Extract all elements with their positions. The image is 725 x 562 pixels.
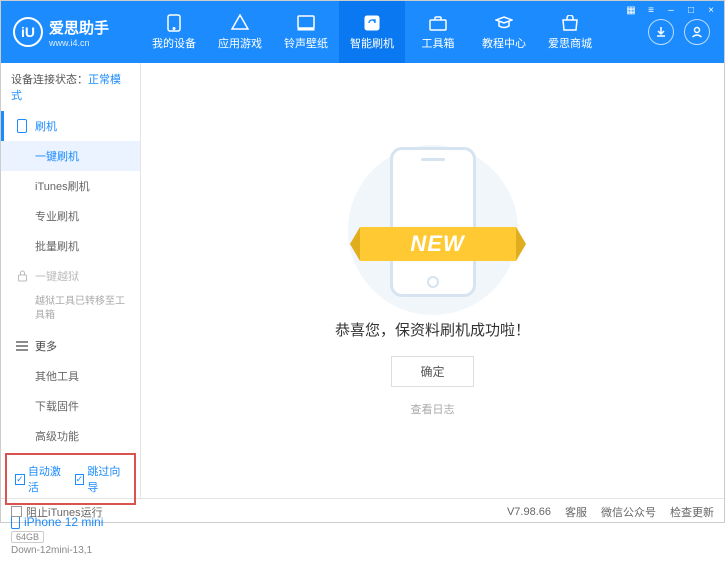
nav-apps[interactable]: 应用游戏 <box>207 1 273 63</box>
checkbox-icon <box>11 506 22 517</box>
wechat-link[interactable]: 微信公众号 <box>601 504 656 520</box>
nav-ringtones[interactable]: 铃声壁纸 <box>273 1 339 63</box>
logo-icon: iU <box>13 17 43 47</box>
new-ribbon: NEW <box>360 227 516 261</box>
nav-my-device[interactable]: 我的设备 <box>141 1 207 63</box>
sidebar-section-jailbreak: 一键越狱 <box>1 261 140 291</box>
version-label: V7.98.66 <box>507 506 551 518</box>
check-icon: ✓ <box>75 474 85 485</box>
user-button[interactable] <box>684 19 710 45</box>
sidebar-section-flash[interactable]: 刷机 <box>1 111 140 141</box>
sidebar-item-pro-flash[interactable]: 专业刷机 <box>1 201 140 231</box>
success-illustration: NEW <box>368 145 498 305</box>
checkbox-block-itunes[interactable]: 阻止iTunes运行 <box>11 504 103 520</box>
connection-status: 设备连接状态：正常模式 <box>1 63 140 111</box>
main-nav: 我的设备 应用游戏 铃声壁纸 智能刷机 工具箱 教程中心 爱思商城 <box>141 1 603 63</box>
view-log-link[interactable]: 查看日志 <box>411 401 455 417</box>
app-header: iU 爱思助手 www.i4.cn 我的设备 应用游戏 铃声壁纸 智能刷机 工具… <box>1 1 724 63</box>
header-right-icons <box>648 19 724 45</box>
check-icon: ✓ <box>15 474 25 485</box>
nav-tutorials[interactable]: 教程中心 <box>471 1 537 63</box>
logo-area: iU 爱思助手 www.i4.cn <box>1 17 141 48</box>
more-icon <box>15 341 29 351</box>
jailbreak-note: 越狱工具已转移至工具箱 <box>1 291 140 331</box>
win-settings-button[interactable]: ≡ <box>642 3 660 17</box>
tutorial-icon <box>494 14 514 32</box>
device-model: Down-12mini-13,1 <box>11 545 130 556</box>
nav-store[interactable]: 爱思商城 <box>537 1 603 63</box>
sidebar-section-more[interactable]: 更多 <box>1 331 140 361</box>
nav-flash[interactable]: 智能刷机 <box>339 1 405 63</box>
app-url: www.i4.cn <box>49 38 109 48</box>
device-icon <box>164 14 184 32</box>
success-message: 恭喜您，保资料刷机成功啦！ <box>335 319 530 340</box>
flash-icon <box>362 14 382 32</box>
apps-icon <box>230 14 250 32</box>
checkbox-highlight-box: ✓ 自动激活 ✓ 跳过向导 <box>5 453 136 505</box>
ok-button[interactable]: 确定 <box>391 356 473 387</box>
sidebar: 设备连接状态：正常模式 刷机 一键刷机 iTunes刷机 专业刷机 批量刷机 一… <box>1 63 141 498</box>
sidebar-item-batch-flash[interactable]: 批量刷机 <box>1 231 140 261</box>
sidebar-item-itunes-flash[interactable]: iTunes刷机 <box>1 171 140 201</box>
win-menu-button[interactable]: ▦ <box>622 3 640 17</box>
download-button[interactable] <box>648 19 674 45</box>
nav-toolbox[interactable]: 工具箱 <box>405 1 471 63</box>
checkbox-skip-wizard[interactable]: ✓ 跳过向导 <box>75 463 127 495</box>
win-minimize-button[interactable]: – <box>662 3 680 17</box>
store-icon <box>560 14 580 32</box>
sidebar-item-advanced[interactable]: 高级功能 <box>1 421 140 451</box>
wallpaper-icon <box>296 14 316 32</box>
phone-icon <box>15 119 29 133</box>
sidebar-item-download-firmware[interactable]: 下载固件 <box>1 391 140 421</box>
checkbox-auto-activate[interactable]: ✓ 自动激活 <box>15 463 67 495</box>
win-close-button[interactable]: × <box>702 3 720 17</box>
lock-icon <box>15 270 29 282</box>
win-maximize-button[interactable]: □ <box>682 3 700 17</box>
sidebar-item-other-tools[interactable]: 其他工具 <box>1 361 140 391</box>
sidebar-item-oneclick-flash[interactable]: 一键刷机 <box>1 141 140 171</box>
main-content: NEW 恭喜您，保资料刷机成功啦！ 确定 查看日志 <box>141 63 724 498</box>
check-update-link[interactable]: 检查更新 <box>670 504 714 520</box>
customer-service-link[interactable]: 客服 <box>565 504 587 520</box>
toolbox-icon <box>428 14 448 32</box>
storage-badge: 64GB <box>11 531 44 543</box>
window-controls: ▦ ≡ – □ × <box>622 3 720 17</box>
app-title: 爱思助手 <box>49 17 109 38</box>
